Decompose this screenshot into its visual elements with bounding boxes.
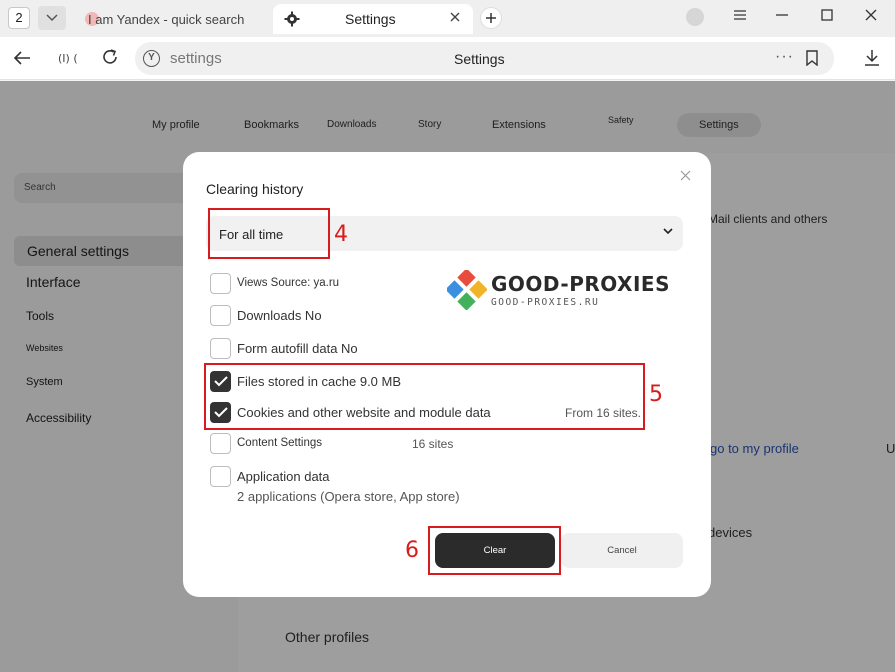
checkbox[interactable] — [210, 305, 231, 326]
watermark-brand: GOOD-PROXIES — [491, 272, 670, 296]
dialog-title: Clearing history — [206, 181, 304, 197]
tab-settings[interactable]: Settings — [273, 4, 473, 34]
chevron-down-icon — [46, 14, 58, 22]
gear-icon — [284, 11, 300, 27]
tab-list-dropdown[interactable] — [38, 6, 66, 30]
annotation-number-6: 6 — [405, 538, 419, 563]
download-icon[interactable] — [864, 49, 880, 67]
checkbox[interactable] — [210, 273, 231, 294]
maximize-icon[interactable] — [820, 8, 834, 22]
option-detail: 16 sites — [412, 437, 454, 451]
annotation-number-5: 5 — [649, 382, 663, 407]
annotation-box-5 — [204, 363, 645, 430]
good-proxies-watermark: GOOD-PROXIES GOOD-PROXIES.RU — [447, 270, 670, 310]
back-arrow-icon[interactable] — [13, 50, 31, 66]
option-label: Views Source: ya.ru — [237, 277, 340, 289]
diamond-logo-icon — [447, 270, 487, 310]
page-title: Settings — [454, 51, 505, 67]
chevron-down-icon — [663, 228, 673, 235]
plus-icon — [486, 13, 496, 23]
option-label: Application data — [237, 469, 330, 484]
more-options-icon[interactable]: ··· — [775, 48, 794, 66]
menu-icon[interactable] — [733, 8, 747, 22]
close-icon[interactable] — [680, 170, 691, 181]
yandex-logo-icon: Y — [143, 50, 160, 67]
profile-avatar[interactable] — [686, 8, 704, 26]
url-text[interactable]: settings — [170, 50, 222, 67]
option-label: Form autofill data No — [237, 341, 358, 356]
annotation-box-4 — [208, 208, 330, 259]
minimize-icon[interactable] — [775, 8, 789, 22]
tab-yandex[interactable]: I am Yandex - quick search — [80, 4, 265, 34]
annotation-number-4: 4 — [334, 222, 348, 247]
new-tab-button[interactable] — [480, 7, 502, 29]
option-label: Downloads No — [237, 308, 322, 323]
tab-count-button[interactable]: 2 — [8, 7, 30, 29]
tab-title: I am Yandex - quick search — [88, 12, 245, 27]
close-window-icon[interactable] — [864, 8, 878, 22]
clear-history-dialog: Clearing history For all time GOOD-PROXI… — [183, 152, 711, 597]
watermark-site: GOOD-PROXIES.RU — [491, 297, 600, 308]
tab-title: Settings — [345, 11, 396, 27]
tab-strip: 2 I am Yandex - quick search Settings — [0, 0, 895, 37]
omnibox[interactable]: Y settings Settings ··· — [135, 42, 834, 75]
close-tab-icon[interactable] — [449, 11, 461, 23]
checkbox[interactable] — [210, 433, 231, 454]
option-sublabel: 2 applications (Opera store, App store) — [237, 489, 460, 504]
bookmark-icon[interactable] — [805, 50, 819, 66]
cancel-button[interactable]: Cancel — [561, 533, 683, 568]
reload-icon[interactable] — [101, 48, 119, 66]
option-label: Content Settings — [237, 437, 323, 449]
checkbox[interactable] — [210, 466, 231, 487]
address-bar: (I) ( Y settings Settings ··· — [0, 37, 895, 80]
annotation-box-6 — [428, 526, 561, 575]
checkbox[interactable] — [210, 338, 231, 359]
audio-indicator[interactable]: (I) ( — [58, 52, 78, 65]
